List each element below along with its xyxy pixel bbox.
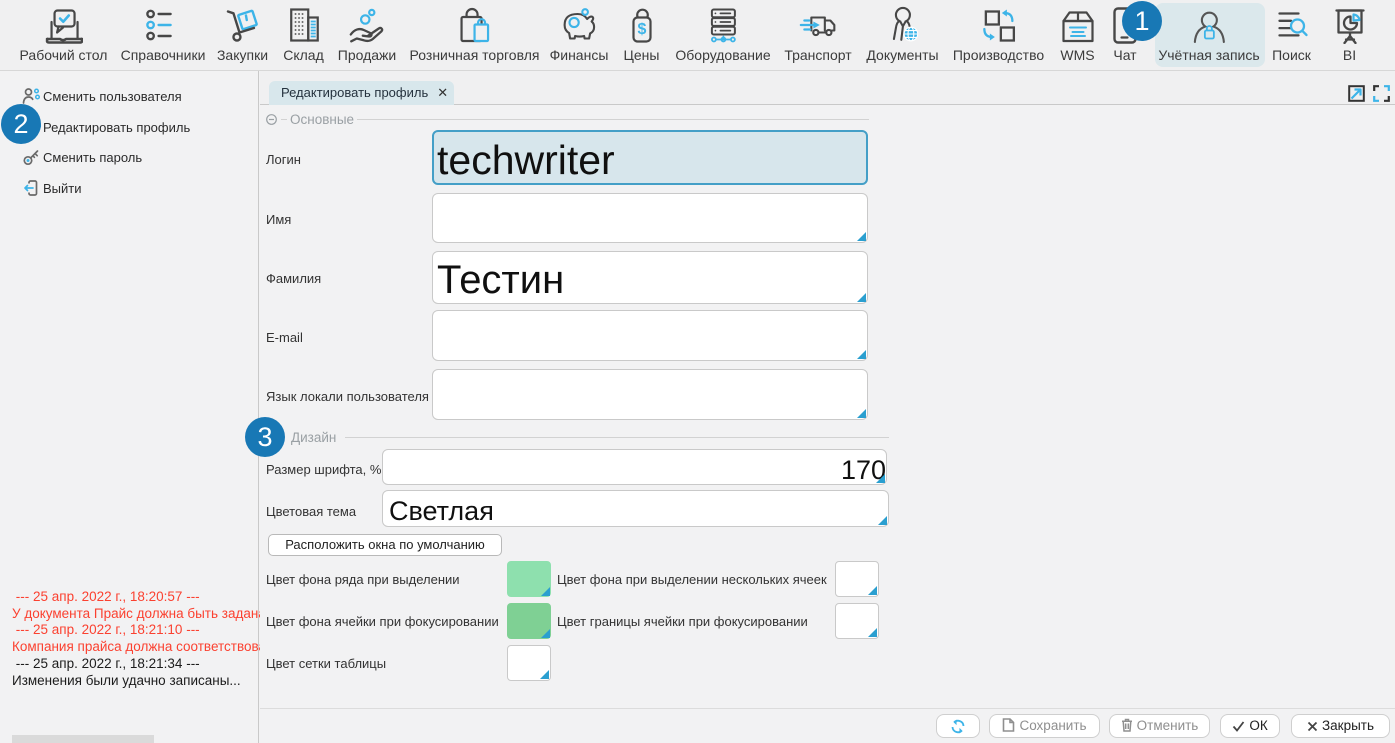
- svg-text:$: $: [637, 21, 646, 38]
